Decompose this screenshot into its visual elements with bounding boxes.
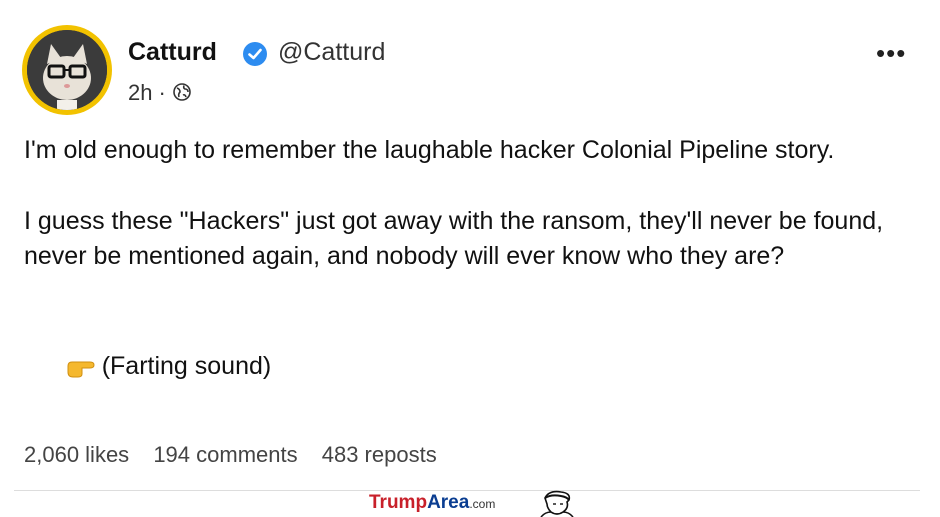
comments-count[interactable]: 194 comments bbox=[153, 442, 297, 467]
post-meta: 2h · bbox=[128, 80, 192, 106]
watermark: TrumpArea.com bbox=[369, 490, 574, 517]
author-handle[interactable]: @Catturd bbox=[278, 38, 385, 67]
meta-separator: · bbox=[158, 80, 166, 105]
post-stats: 2,060 likes 194 comments 483 reposts bbox=[24, 442, 455, 468]
post-time[interactable]: 2h bbox=[128, 80, 152, 105]
avatar-image bbox=[27, 30, 107, 110]
post-paragraph: I'm old enough to remember the laughable… bbox=[24, 136, 835, 164]
watermark-brand-part2: Area bbox=[427, 492, 470, 513]
globe-icon bbox=[173, 83, 191, 101]
author-name[interactable]: Catturd bbox=[128, 38, 217, 67]
watermark-brand-part1: Trump bbox=[369, 492, 428, 513]
verified-badge-icon bbox=[243, 42, 267, 66]
avatar[interactable] bbox=[22, 25, 112, 115]
watermark-caricature-icon bbox=[540, 490, 574, 517]
more-options-icon[interactable]: ••• bbox=[876, 40, 906, 66]
likes-count[interactable]: 2,060 likes bbox=[24, 442, 129, 467]
post-paragraph-last: (Farting sound) bbox=[24, 314, 914, 419]
pointing-finger-emoji bbox=[67, 361, 95, 378]
post-paragraph: I guess these "Hackers" just got away wi… bbox=[24, 207, 891, 270]
divider bbox=[14, 490, 920, 491]
post-body: I'm old enough to remember the laughable… bbox=[24, 133, 914, 455]
post-card: Catturd @Catturd 2h · ••• I'm old enough … bbox=[0, 0, 940, 517]
farting-sound-text: (Farting sound) bbox=[101, 352, 272, 380]
reposts-count[interactable]: 483 reposts bbox=[322, 442, 437, 467]
watermark-suffix: .com bbox=[469, 497, 496, 511]
